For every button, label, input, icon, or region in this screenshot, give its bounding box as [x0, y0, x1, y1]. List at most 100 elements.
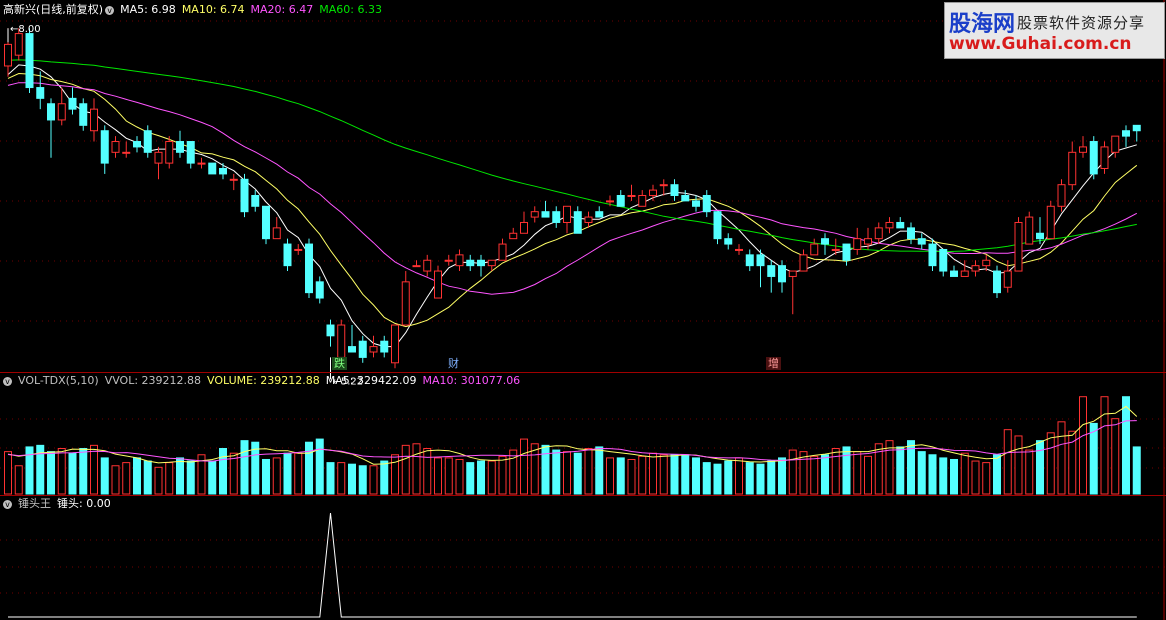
candle[interactable] [455, 249, 464, 272]
candle[interactable] [122, 141, 131, 158]
volume-bar[interactable] [1014, 435, 1023, 495]
volume-bar[interactable] [638, 455, 647, 495]
volume-bar[interactable] [1046, 432, 1055, 495]
volume-bar[interactable] [971, 460, 980, 495]
candle[interactable] [391, 324, 399, 369]
volume-bar[interactable] [455, 458, 464, 495]
candle[interactable] [573, 206, 582, 234]
candle[interactable] [1014, 217, 1023, 272]
candle[interactable] [767, 260, 776, 293]
volume-bar[interactable] [326, 462, 335, 495]
settings-circle-icon[interactable]: v [105, 5, 115, 15]
volume-bar[interactable] [369, 465, 378, 495]
volume-bar[interactable] [788, 449, 797, 495]
volume-bar[interactable] [68, 452, 77, 495]
candle[interactable] [111, 136, 120, 158]
volume-bar[interactable] [47, 451, 55, 495]
volume-bar[interactable] [1122, 396, 1130, 495]
candle[interactable] [240, 173, 249, 218]
candle[interactable] [530, 206, 539, 223]
volume-bar[interactable] [692, 457, 700, 495]
candle[interactable] [1089, 136, 1098, 180]
volume-bar[interactable] [240, 440, 249, 495]
volume-bar[interactable] [4, 451, 12, 495]
candle[interactable] [541, 200, 550, 218]
candle[interactable] [262, 205, 270, 245]
candle[interactable] [971, 260, 980, 277]
volume-bar[interactable] [724, 460, 733, 495]
candle[interactable] [724, 233, 733, 250]
volume-bar[interactable] [702, 462, 711, 495]
candle[interactable] [1068, 141, 1077, 191]
candle[interactable] [939, 248, 948, 277]
volume-bar[interactable] [498, 455, 507, 495]
candle[interactable] [928, 238, 937, 272]
candle[interactable] [735, 244, 743, 255]
volume-bar[interactable] [466, 462, 475, 495]
volume-bar[interactable] [423, 447, 432, 495]
candle[interactable] [799, 249, 808, 272]
candle[interactable] [659, 179, 668, 196]
volume-indicator-name[interactable]: VOL-TDX(5,10) [18, 374, 99, 387]
candle[interactable] [348, 325, 356, 353]
volume-bar[interactable] [90, 444, 98, 495]
candle[interactable] [1046, 200, 1055, 240]
candle[interactable] [756, 249, 765, 288]
volume-bar[interactable] [380, 460, 389, 495]
volume-bar[interactable] [713, 463, 722, 495]
volume-bar[interactable] [584, 447, 593, 495]
candle[interactable] [520, 211, 528, 234]
candle[interactable] [47, 98, 55, 158]
candlestick-series[interactable] [4, 28, 1141, 369]
volume-bar[interactable] [208, 460, 217, 495]
volume-bar[interactable] [165, 462, 174, 495]
candle[interactable] [907, 222, 915, 245]
volume-bar[interactable] [100, 457, 109, 495]
candle[interactable] [229, 173, 238, 191]
volume-bar[interactable] [993, 454, 1001, 495]
volume-bar[interactable] [896, 446, 905, 495]
volume-bar[interactable] [1003, 429, 1012, 495]
volume-bar[interactable] [358, 465, 367, 495]
candle[interactable] [100, 125, 109, 174]
volume-bar[interactable] [1036, 440, 1044, 495]
candle[interactable] [670, 179, 679, 201]
candle[interactable] [272, 217, 281, 240]
volume-bar[interactable] [563, 451, 571, 495]
candle[interactable] [702, 190, 711, 218]
volume-bar[interactable] [1089, 422, 1098, 495]
volume-bar[interactable] [853, 451, 862, 495]
candle[interactable] [208, 162, 217, 175]
candle[interactable] [1057, 179, 1066, 212]
candle[interactable] [563, 205, 571, 234]
volume-bar[interactable] [649, 452, 657, 495]
volume-bar[interactable] [659, 454, 668, 495]
candle[interactable] [552, 206, 561, 228]
candle[interactable] [498, 238, 507, 261]
candle[interactable] [251, 190, 260, 212]
volume-bar[interactable] [1079, 396, 1087, 495]
volume-bar[interactable] [477, 460, 485, 495]
candle[interactable] [982, 254, 991, 272]
volume-bar[interactable] [133, 457, 141, 495]
candle[interactable] [25, 28, 34, 93]
volume-bar[interactable] [391, 454, 399, 495]
candle[interactable] [176, 130, 184, 158]
candle[interactable] [713, 211, 722, 245]
candle[interactable] [692, 195, 700, 212]
volume-bar[interactable] [928, 454, 937, 495]
volume-bar[interactable] [14, 465, 23, 495]
candle[interactable] [466, 254, 475, 272]
volume-bar[interactable] [745, 462, 754, 495]
candle[interactable] [788, 270, 797, 315]
volume-bar[interactable] [1100, 396, 1109, 495]
candle[interactable] [778, 260, 786, 293]
candle[interactable] [326, 319, 335, 347]
candle[interactable] [401, 271, 410, 326]
candle[interactable] [896, 217, 905, 229]
candle[interactable] [219, 163, 227, 180]
volume-bar[interactable] [917, 451, 926, 495]
candle[interactable] [90, 98, 98, 142]
volume-bar[interactable] [305, 441, 313, 495]
candle[interactable] [1079, 136, 1087, 158]
